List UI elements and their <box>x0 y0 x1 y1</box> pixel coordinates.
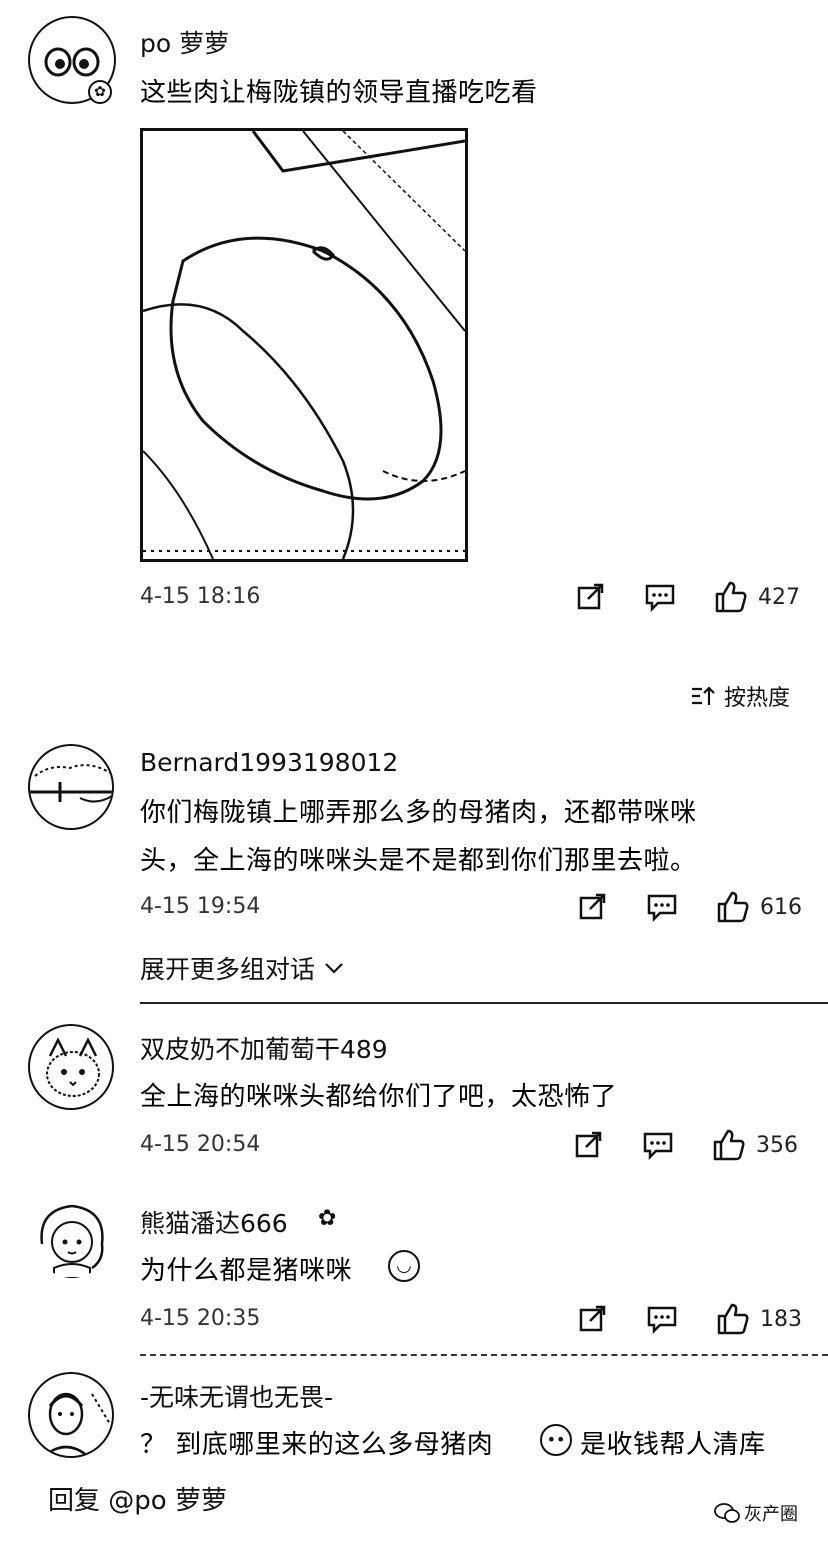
like-count: 183 <box>760 1306 802 1332</box>
reply-input[interactable]: 回复 @po 萝萝 <box>48 1480 227 1517</box>
username[interactable]: 熊猫潘达666 <box>140 1204 288 1240</box>
thumbs-up-icon <box>717 891 749 923</box>
thumbs-up-icon <box>713 1129 745 1161</box>
girl-avatar-icon <box>40 1204 104 1278</box>
comment-text: ？ 到底哪里来的这么多母猪肉 <box>140 1430 494 1460</box>
share-icon <box>579 893 606 920</box>
avatar[interactable] <box>34 1198 110 1278</box>
chevron-down-icon <box>325 963 343 974</box>
share-icon <box>577 583 604 610</box>
share-button[interactable] <box>574 1130 604 1160</box>
timestamp: 4-15 20:54 <box>140 1132 261 1157</box>
like-count: 356 <box>756 1132 798 1158</box>
meat-photo-icon <box>143 131 465 559</box>
share-button[interactable] <box>576 582 606 612</box>
like-count: 427 <box>758 584 800 610</box>
sort-label: 按热度 <box>724 686 791 711</box>
username[interactable]: 双皮奶不加葡萄干489 <box>140 1030 388 1066</box>
thumbs-up-icon <box>715 581 747 613</box>
user-badge-icon: ✿ <box>318 1206 337 1231</box>
emoji-icon: ◡ <box>388 1250 420 1282</box>
emoji-icon: •• <box>540 1424 572 1456</box>
timestamp: 4-15 18:16 <box>140 584 261 609</box>
verified-badge-icon: ✿ <box>88 80 112 104</box>
comment-icon <box>647 894 677 922</box>
watermark-text: 灰产圈 <box>744 1504 798 1525</box>
reply-button[interactable] <box>646 1304 678 1334</box>
like-button[interactable]: 356 <box>712 1128 798 1162</box>
like-count: 616 <box>760 894 802 920</box>
comment-icon <box>647 1306 677 1334</box>
watermark: 灰产圈 <box>714 1500 798 1526</box>
reply-button[interactable] <box>646 892 678 922</box>
expand-label: 展开更多组对话 <box>140 955 316 984</box>
like-button[interactable]: 616 <box>716 890 802 924</box>
username[interactable]: po 萝萝 <box>140 24 229 60</box>
comment-text: 全上海的咪咪头都给你们了吧，太恐怖了 <box>140 1082 618 1112</box>
avatar[interactable] <box>28 1024 114 1110</box>
share-icon <box>575 1131 602 1158</box>
timestamp: 4-15 19:54 <box>140 894 261 919</box>
comment-icon <box>643 1132 673 1160</box>
avatar[interactable] <box>28 1372 114 1458</box>
like-button[interactable]: 183 <box>716 1302 802 1336</box>
divider <box>140 1354 828 1356</box>
avatar[interactable] <box>28 744 114 830</box>
share-icon <box>579 1305 606 1332</box>
share-button[interactable] <box>578 892 608 922</box>
comment-text: 是收钱帮人清库 <box>580 1430 766 1460</box>
comment-text-line1: 你们梅陇镇上哪弄那么多的母猪肉，还都带咪咪 <box>140 798 697 828</box>
username[interactable]: -无味无谓也无畏- <box>140 1378 333 1414</box>
reply-button[interactable] <box>644 582 676 612</box>
portrait-avatar-icon <box>42 1392 111 1456</box>
landscape-avatar-icon <box>30 764 112 803</box>
username[interactable]: Bernard1993198012 <box>140 748 398 777</box>
comment-text: 为什么都是猪咪咪 <box>140 1256 353 1286</box>
like-button[interactable]: 427 <box>714 580 800 614</box>
reply-button[interactable] <box>642 1130 674 1160</box>
expand-more-button[interactable]: 展开更多组对话 <box>140 950 345 986</box>
sort-icon <box>692 686 715 705</box>
comment-text: 这些肉让梅陇镇的领导直播吃吃看 <box>140 78 538 108</box>
comment-text-line2: 头，全上海的咪咪头是不是都到你们那里去啦。 <box>140 846 697 876</box>
share-button[interactable] <box>578 1304 608 1334</box>
comment-image[interactable] <box>140 128 468 562</box>
cat-avatar-icon <box>46 1037 100 1097</box>
divider <box>140 1002 828 1004</box>
sort-button[interactable]: 按热度 <box>690 680 790 712</box>
timestamp: 4-15 20:35 <box>140 1306 261 1331</box>
comment-icon <box>645 584 675 612</box>
thumbs-up-icon <box>717 1303 749 1335</box>
wechat-logo-icon <box>714 1503 740 1523</box>
